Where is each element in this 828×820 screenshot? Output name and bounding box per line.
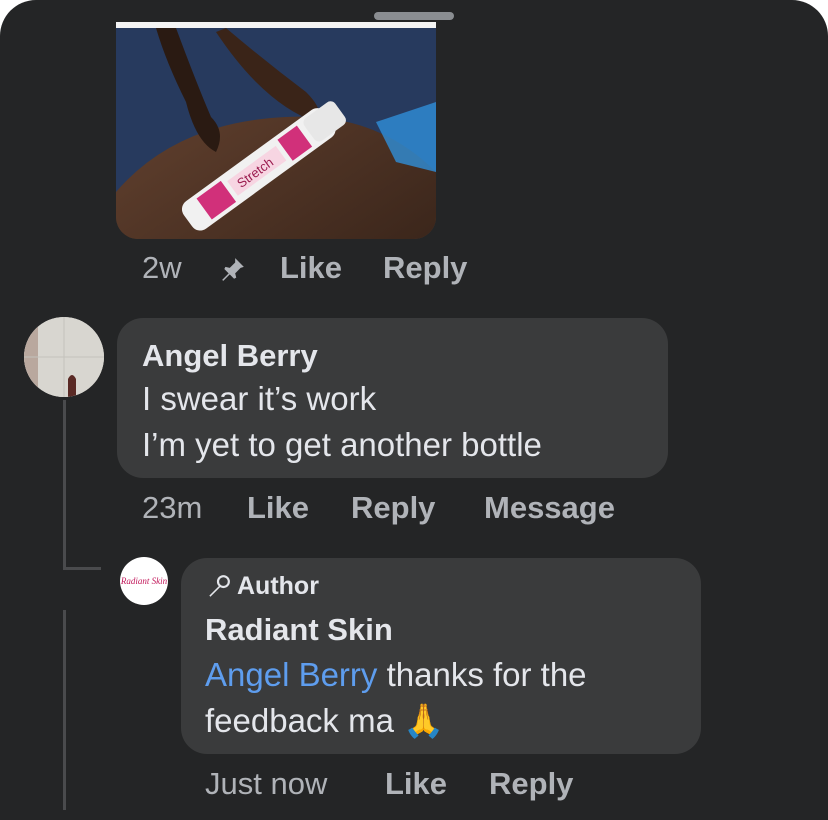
comment-author[interactable]: Angel Berry bbox=[142, 338, 318, 374]
sheet-drag-handle[interactable] bbox=[374, 12, 454, 20]
thread-line bbox=[63, 400, 66, 570]
reply-text-line-1: Angel Berry thanks for the bbox=[205, 656, 587, 693]
comment-line-1: I swear it’s work bbox=[142, 380, 377, 417]
comment-timestamp: 2w bbox=[142, 250, 182, 285]
reply-button[interactable]: Reply bbox=[383, 250, 467, 286]
avatar-angel-berry[interactable] bbox=[24, 317, 104, 397]
like-button[interactable]: Like bbox=[385, 766, 447, 802]
mention-link[interactable]: Angel Berry bbox=[205, 656, 377, 693]
microphone-icon bbox=[205, 574, 231, 600]
thread-connector bbox=[63, 567, 101, 570]
reply-button[interactable]: Reply bbox=[351, 490, 435, 526]
reply-author[interactable]: Radiant Skin bbox=[205, 612, 393, 648]
avatar-radiant-skin[interactable]: Radiant Skin bbox=[120, 557, 168, 605]
like-button[interactable]: Like bbox=[247, 490, 309, 526]
folded-hands-emoji: 🙏 bbox=[403, 702, 445, 739]
author-badge-label: Author bbox=[237, 572, 319, 600]
message-button[interactable]: Message bbox=[484, 490, 615, 526]
comment-line-2: I’m yet to get another bottle bbox=[142, 426, 542, 463]
avatar-logo-text: Radiant Skin bbox=[120, 576, 168, 586]
product-photo-image: Stretch bbox=[116, 28, 436, 239]
comment-timestamp: 23m bbox=[142, 490, 203, 525]
author-badge: Author bbox=[205, 572, 319, 601]
reply-text-line-2: feedback ma 🙏 bbox=[205, 702, 445, 739]
thread-line-lower bbox=[63, 610, 66, 810]
comment-photo[interactable]: Stretch bbox=[116, 22, 436, 239]
comment-bubble-angel-berry[interactable]: Angel Berry I swear it’s work I’m yet to… bbox=[117, 318, 668, 478]
reply-button[interactable]: Reply bbox=[489, 766, 573, 802]
reply-bubble-radiant-skin[interactable]: Author Radiant Skin Angel Berry thanks f… bbox=[181, 558, 701, 754]
like-button[interactable]: Like bbox=[280, 250, 342, 286]
reply-timestamp: Just now bbox=[205, 766, 328, 801]
comments-sheet: Stretch 2w Like Reply Angel Berry I swea… bbox=[0, 0, 828, 820]
pin-icon[interactable] bbox=[220, 256, 246, 287]
